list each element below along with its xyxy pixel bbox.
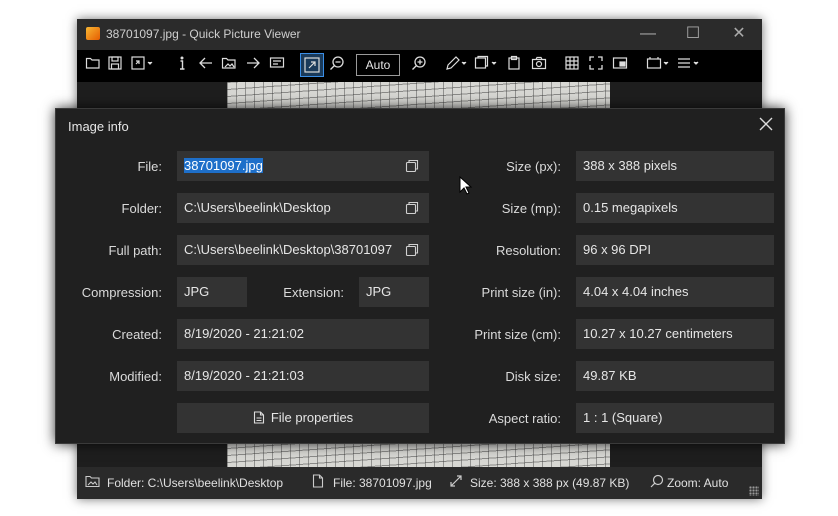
paste-icon[interactable] — [506, 55, 522, 77]
auto-zoom-icon[interactable] — [300, 53, 324, 77]
zoom-level-input[interactable]: Auto — [356, 54, 400, 76]
maximize-button[interactable]: ☐ — [670, 19, 716, 50]
resolution-label: Resolution: — [495, 243, 561, 258]
copy-icon[interactable] — [405, 201, 419, 215]
zoom-out-icon[interactable] — [329, 55, 345, 77]
previous-icon[interactable] — [198, 55, 214, 77]
extension-field[interactable]: JPG — [359, 277, 429, 307]
fullpath-value: C:\Users\beelink\Desktop\38701097 — [184, 242, 393, 257]
file-value: 38701097.jpg — [184, 158, 263, 173]
fullscreen-icon[interactable] — [588, 55, 604, 77]
file-properties-button[interactable]: File properties — [177, 403, 429, 433]
compression-field[interactable]: JPG — [177, 277, 247, 307]
app-icon — [86, 27, 100, 40]
size-px-label: Size (px): — [506, 159, 561, 174]
created-label: Created: — [112, 327, 162, 342]
print-in-field[interactable]: 4.04 x 4.04 inches — [576, 277, 774, 307]
status-folder: Folder: C:\Users\beelink\Desktop — [107, 476, 284, 490]
size-px-field[interactable]: 388 x 388 pixels — [576, 151, 774, 181]
resolution-field[interactable]: 96 x 96 DPI — [576, 235, 774, 265]
resize-grip[interactable] — [749, 486, 759, 496]
file-icon — [312, 474, 324, 491]
status-bar: Folder: C:\Users\beelink\Desktop File: 3… — [77, 467, 762, 499]
status-size: Size: 388 x 388 px (49.87 KB) — [470, 476, 630, 490]
modified-label: Modified: — [109, 369, 162, 384]
disk-size-label: Disk size: — [505, 369, 561, 384]
print-in-label: Print size (in): — [481, 285, 561, 300]
search-icon — [650, 474, 664, 491]
aspect-ratio-label: Aspect ratio: — [488, 411, 561, 426]
toolbar: Auto — [77, 50, 762, 82]
print-cm-label: Print size (cm): — [474, 327, 561, 342]
image-preview-bottom — [227, 441, 610, 467]
status-file: File: 38701097.jpg — [333, 476, 432, 490]
zoom-in-icon[interactable] — [411, 55, 427, 77]
resize-icon — [449, 474, 463, 491]
open-folder-icon[interactable] — [85, 55, 101, 77]
file-label: File: — [137, 159, 162, 174]
image-preview-top — [227, 82, 610, 108]
title-bar[interactable]: 38701097.jpg - Quick Picture Viewer — ☐ … — [77, 19, 762, 50]
created-field[interactable]: 8/19/2020 - 21:21:02 — [177, 319, 429, 349]
modified-field[interactable]: 8/19/2020 - 21:21:03 — [177, 361, 429, 391]
file-icon — [253, 411, 264, 424]
gallery-icon[interactable] — [221, 55, 237, 77]
copy-icon[interactable] — [405, 159, 419, 173]
compression-label: Compression: — [81, 285, 162, 300]
save-icon[interactable] — [107, 55, 123, 77]
mouse-cursor-icon — [459, 176, 473, 195]
close-icon — [759, 117, 773, 131]
disk-size-field[interactable]: 49.87 KB — [576, 361, 774, 391]
copy-icon[interactable] — [405, 243, 419, 257]
folder-field[interactable]: C:\Users\beelink\Desktop — [177, 193, 429, 223]
print-cm-field[interactable]: 10.27 x 10.27 centimeters — [576, 319, 774, 349]
folder-value: C:\Users\beelink\Desktop — [184, 200, 331, 215]
dialog-title: Image info — [68, 119, 129, 134]
copy-image-icon[interactable] — [474, 55, 500, 77]
fullpath-label: Full path: — [108, 243, 162, 258]
picture-in-picture-icon[interactable] — [612, 55, 628, 77]
aspect-ratio-field[interactable]: 1 : 1 (Square) — [576, 403, 774, 433]
fullpath-field[interactable]: C:\Users\beelink\Desktop\38701097 — [177, 235, 429, 265]
screenshot-icon[interactable] — [531, 55, 547, 77]
close-button[interactable]: ✕ — [716, 19, 762, 50]
file-field[interactable]: 38701097.jpg — [177, 151, 429, 181]
window-title: 38701097.jpg - Quick Picture Viewer — [106, 27, 301, 41]
size-mp-field[interactable]: 0.15 megapixels — [576, 193, 774, 223]
status-zoom: Zoom: Auto — [667, 476, 729, 490]
folder-label: Folder: — [121, 201, 162, 216]
image-info-dialog: Image info File: Folder: Full path: Comp… — [55, 108, 785, 444]
menu-icon[interactable] — [676, 55, 702, 77]
edit-icon[interactable] — [445, 55, 469, 77]
minimize-button[interactable]: — — [625, 19, 671, 50]
extension-label: Extension: — [283, 285, 344, 300]
info-icon[interactable] — [176, 55, 188, 77]
more-icon[interactable] — [646, 55, 672, 77]
gallery-icon — [85, 474, 100, 491]
size-mp-label: Size (mp): — [501, 201, 561, 216]
slideshow-icon[interactable] — [269, 55, 285, 77]
grid-icon[interactable] — [564, 55, 580, 77]
dialog-close-button[interactable] — [754, 112, 778, 136]
next-icon[interactable] — [245, 55, 261, 77]
file-properties-label: File properties — [270, 410, 354, 425]
save-as-icon[interactable] — [130, 55, 154, 77]
